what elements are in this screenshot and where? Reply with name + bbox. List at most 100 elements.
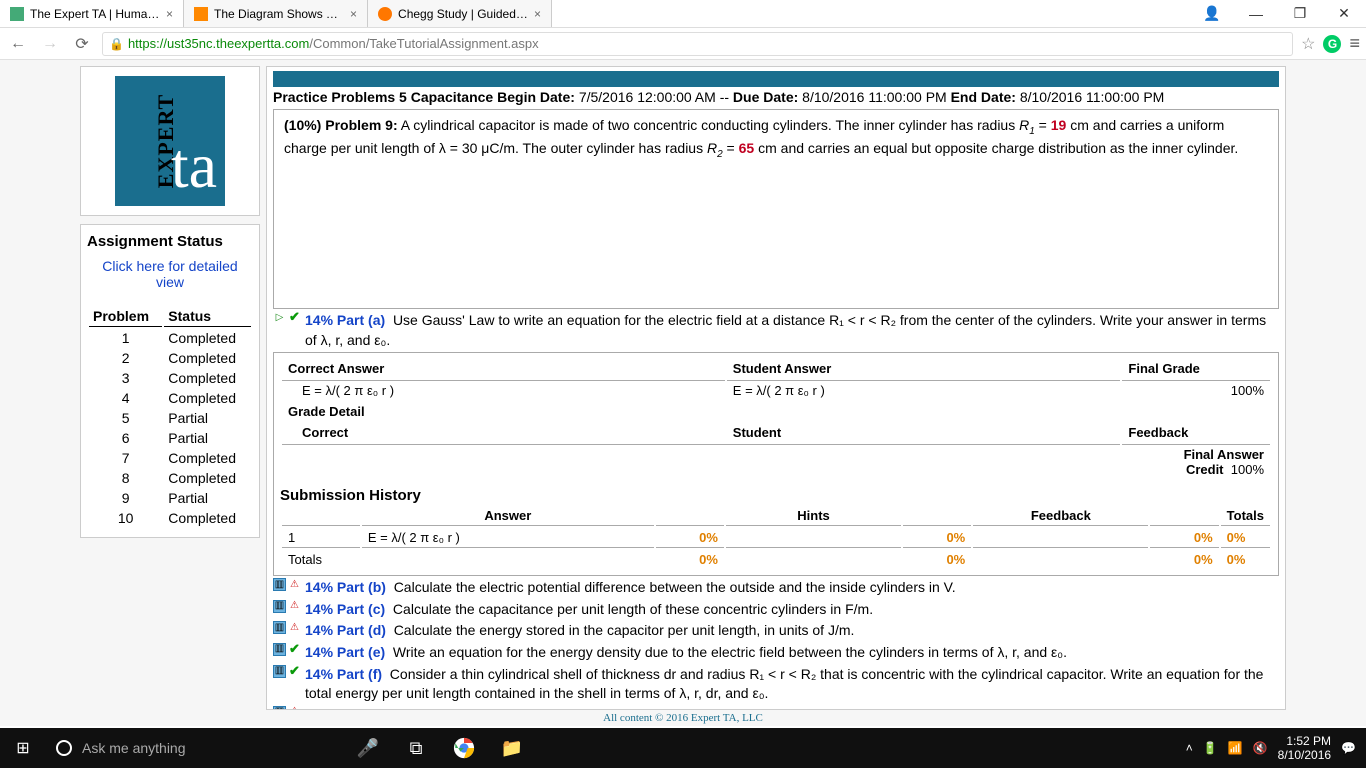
nav-back-icon[interactable]: ← <box>6 32 30 56</box>
window-minimize-icon[interactable]: — <box>1234 0 1278 27</box>
system-tray[interactable]: ˄ 🔋 📶 🔇 1:52 PM 8/10/2016 💬 <box>1176 734 1366 763</box>
taskbar-chrome-icon[interactable] <box>442 728 486 768</box>
assignment-header: Practice Problems 5 Capacitance Begin Da… <box>273 89 1279 105</box>
sidebar: EXPERT ta Assignment Status Click here f… <box>80 66 260 710</box>
final-grade-value: 100% <box>1122 380 1270 400</box>
main-content: Practice Problems 5 Capacitance Begin Da… <box>266 66 1286 710</box>
expand-icon[interactable]: ▥ <box>273 578 286 591</box>
assignment-title: Practice Problems 5 Capacitance <box>273 89 493 105</box>
problem-row[interactable]: 7Completed <box>89 449 251 467</box>
taskbar-explorer-icon[interactable]: 📁 <box>490 728 534 768</box>
browser-menu-icon[interactable]: ≡ <box>1349 33 1360 54</box>
submission-totals-row: Totals 0% 0% 0% 0% <box>282 550 1270 569</box>
nav-reload-icon[interactable]: ⟳ <box>70 32 94 56</box>
part-a-detail: Correct Answer Student Answer Final Grad… <box>273 352 1279 576</box>
part-row[interactable]: ▥⚠14% Part (d) Calculate the energy stor… <box>273 621 1279 641</box>
window-close-icon[interactable]: ✕ <box>1322 0 1366 27</box>
assignment-status-heading: Assignment Status <box>87 233 253 250</box>
browser-tab-2[interactable]: The Diagram Shows Three × <box>184 0 368 27</box>
correct-answer-value: E = λ/( 2 π ε₀ r ) <box>282 380 725 400</box>
warning-icon: ⚠ <box>288 578 301 591</box>
address-bar[interactable]: 🔒 https://ust35nc.theexpertta.com/Common… <box>102 32 1293 56</box>
tab-title: Chegg Study | Guided Sol <box>398 7 528 21</box>
problem-row[interactable]: 6Partial <box>89 429 251 447</box>
check-icon: ✔ <box>288 311 301 324</box>
problem-row[interactable]: 3Completed <box>89 369 251 387</box>
check-icon: ✔ <box>288 665 301 678</box>
notifications-icon[interactable]: 💬 <box>1341 741 1356 755</box>
volume-icon[interactable]: 🔇 <box>1253 741 1268 755</box>
page-body: EXPERT ta Assignment Status Click here f… <box>0 60 1366 710</box>
problem-row[interactable]: 2Completed <box>89 349 251 367</box>
student-answer-heading: Student Answer <box>727 359 1121 378</box>
extension-grammarly-icon[interactable]: G <box>1323 35 1341 53</box>
final-grade-heading: Final Grade <box>1122 359 1270 378</box>
tray-clock[interactable]: 1:52 PM 8/10/2016 <box>1278 734 1331 763</box>
browser-toolbar: ← → ⟳ 🔒 https://ust35nc.theexpertta.com/… <box>0 28 1366 60</box>
detailed-view-link[interactable]: Click here for detailed view <box>87 258 253 290</box>
correct-answer-heading: Correct Answer <box>282 359 725 378</box>
col-status: Status <box>164 306 251 327</box>
start-button[interactable]: ⊞ <box>0 738 46 758</box>
warning-icon: ⚠ <box>288 706 301 710</box>
problem-row[interactable]: 4Completed <box>89 389 251 407</box>
part-row[interactable]: ▥✔14% Part (e) Write an equation for the… <box>273 643 1279 663</box>
class-banner <box>273 71 1279 87</box>
expand-icon[interactable]: ▥ <box>273 706 286 710</box>
bookmark-star-icon[interactable]: ☆ <box>1301 34 1315 54</box>
submission-history-heading: Submission History <box>280 487 1272 504</box>
expand-icon[interactable]: ▥ <box>273 665 286 678</box>
url-path: /Common/TakeTutorialAssignment.aspx <box>309 36 538 51</box>
problem-row[interactable]: 5Partial <box>89 409 251 427</box>
taskbar-search[interactable]: Ask me anything <box>46 728 346 768</box>
lock-icon: 🔒 <box>109 37 124 51</box>
problem-row[interactable]: 1Completed <box>89 329 251 347</box>
windows-taskbar: ⊞ Ask me anything 🎤 ⧉ 📁 ˄ 🔋 📶 🔇 1:52 PM … <box>0 728 1366 768</box>
expand-icon[interactable]: ▷ <box>273 311 286 324</box>
cortana-icon <box>56 740 72 756</box>
tab-title: The Diagram Shows Three <box>214 7 344 21</box>
problem-status-table: ProblemStatus 1Completed 2Completed 3Com… <box>87 304 253 529</box>
window-maximize-icon[interactable]: ❐ <box>1278 0 1322 27</box>
user-icon[interactable]: 👤 <box>1190 0 1234 27</box>
part-row[interactable]: ▥⚠14% Part (b) Calculate the electric po… <box>273 578 1279 598</box>
favicon-icon <box>10 7 24 21</box>
tab-close-icon[interactable]: × <box>534 7 541 21</box>
browser-tab-strip: The Expert TA | Human-lik × The Diagram … <box>0 0 1366 28</box>
expand-icon[interactable]: ▥ <box>273 643 286 656</box>
student-answer-value: E = λ/( 2 π ε₀ r ) <box>727 380 1121 400</box>
col-problem: Problem <box>89 306 162 327</box>
task-view-icon[interactable]: ⧉ <box>394 728 438 768</box>
browser-tab-3[interactable]: Chegg Study | Guided Sol × <box>368 0 552 27</box>
mic-icon[interactable]: 🎤 <box>346 728 390 768</box>
logo: EXPERT ta <box>80 66 260 216</box>
problem-row[interactable]: 9Partial <box>89 489 251 507</box>
tab-close-icon[interactable]: × <box>350 7 357 21</box>
wifi-icon[interactable]: 📶 <box>1228 741 1243 755</box>
tab-close-icon[interactable]: × <box>166 7 173 21</box>
grade-detail-heading: Grade Detail <box>288 404 365 419</box>
part-a-header[interactable]: ▷ ✔ 14% Part (a) Use Gauss' Law to write… <box>273 311 1279 350</box>
tab-title: The Expert TA | Human-lik <box>30 7 160 21</box>
url-secure: https://ust35nc.theexpertta.com <box>128 36 309 51</box>
favicon-icon <box>378 7 392 21</box>
final-answer-credit-value: 100% <box>1231 462 1264 477</box>
expand-icon[interactable]: ▥ <box>273 621 286 634</box>
nav-forward-icon[interactable]: → <box>38 32 62 56</box>
submission-row: 1 E = λ/( 2 π ε₀ r ) 0% 0% 0% 0% <box>282 528 1270 548</box>
page-footer: All content © 2016 Expert TA, LLC <box>0 710 1366 726</box>
part-row[interactable]: ▥⚠14% Part (g) Calculate the energy stor… <box>273 706 1279 710</box>
problem-statement: (10%) Problem 9: A cylindrical capacitor… <box>273 109 1279 309</box>
part-row[interactable]: ▥✔14% Part (f) Consider a thin cylindric… <box>273 665 1279 704</box>
browser-tab-1[interactable]: The Expert TA | Human-lik × <box>0 0 184 27</box>
tray-chevron-icon[interactable]: ˄ <box>1186 741 1193 755</box>
assignment-status-panel: Assignment Status Click here for detaile… <box>80 224 260 538</box>
problem-row[interactable]: 8Completed <box>89 469 251 487</box>
check-icon: ✔ <box>288 643 301 656</box>
warning-icon: ⚠ <box>288 600 301 613</box>
expand-icon[interactable]: ▥ <box>273 600 286 613</box>
part-row[interactable]: ▥⚠14% Part (c) Calculate the capacitance… <box>273 600 1279 620</box>
favicon-icon <box>194 7 208 21</box>
problem-row[interactable]: 10Completed <box>89 509 251 527</box>
battery-icon[interactable]: 🔋 <box>1203 741 1218 755</box>
